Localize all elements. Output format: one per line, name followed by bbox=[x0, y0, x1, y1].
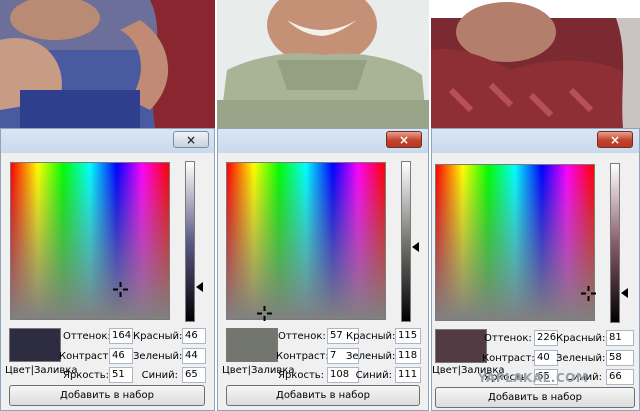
red-field[interactable]: 115 bbox=[395, 328, 421, 344]
hue-label: Оттенок: bbox=[278, 331, 326, 342]
crosshair-icon bbox=[257, 306, 272, 321]
green-field[interactable]: 58 bbox=[606, 350, 634, 366]
luminance-pointer-icon[interactable] bbox=[621, 288, 628, 298]
color-spectrum[interactable] bbox=[226, 162, 386, 320]
green-field[interactable]: 44 bbox=[182, 348, 206, 364]
crosshair-icon bbox=[113, 282, 128, 297]
color-swatch bbox=[9, 328, 61, 362]
hue-field[interactable]: 226 bbox=[534, 330, 558, 346]
color-spectrum[interactable] bbox=[10, 162, 170, 320]
color-panel-3: × Цвет|Заливка Оттенок: 226 Контраст: 40… bbox=[431, 0, 640, 411]
green-label: Зеленый: bbox=[556, 353, 606, 364]
brightness-label: Яркость: bbox=[278, 370, 325, 381]
watermark-text: YAPLAKAL.COM bbox=[478, 371, 589, 385]
green-label: Зеленый: bbox=[346, 351, 396, 362]
blue-field[interactable]: 66 bbox=[606, 369, 634, 385]
blue-label: Синий: bbox=[355, 370, 392, 381]
red-field[interactable]: 81 bbox=[606, 330, 634, 346]
color-dialog-1: × Цвет|Заливка Оттенок: 164 Контраст: 46… bbox=[0, 128, 215, 411]
color-swatch bbox=[435, 329, 487, 363]
luminance-slider[interactable] bbox=[610, 163, 620, 323]
red-label: Красный: bbox=[346, 331, 396, 342]
blue-field[interactable]: 65 bbox=[182, 367, 206, 383]
hue-label: Оттенок: bbox=[484, 333, 532, 344]
green-field[interactable]: 118 bbox=[395, 348, 421, 364]
luminance-pointer-icon[interactable] bbox=[196, 282, 203, 292]
add-to-set-button[interactable]: Добавить в набор bbox=[9, 385, 205, 406]
red-label: Красный: bbox=[133, 331, 183, 342]
contrast-field[interactable]: 40 bbox=[534, 350, 558, 366]
close-button[interactable]: × bbox=[597, 131, 633, 148]
red-label: Красный: bbox=[556, 333, 606, 344]
add-to-set-button[interactable]: Добавить в набор bbox=[435, 387, 635, 408]
contrast-field[interactable]: 46 bbox=[109, 348, 133, 364]
hue-label: Оттенок: bbox=[63, 331, 111, 342]
color-swatch bbox=[226, 328, 278, 362]
contrast-label: Контраст: bbox=[276, 351, 329, 362]
hue-field[interactable]: 164 bbox=[109, 328, 133, 344]
add-to-set-button[interactable]: Добавить в набор bbox=[226, 385, 420, 406]
brightness-field[interactable]: 51 bbox=[109, 367, 133, 383]
contrast-label: Контраст: bbox=[482, 353, 535, 364]
color-panel-2: × Цвет|Заливка Оттенок: 57 Контраст: 7 Я… bbox=[217, 0, 429, 411]
close-button[interactable]: × bbox=[173, 131, 209, 148]
color-dialog-2: × Цвет|Заливка Оттенок: 57 Контраст: 7 Я… bbox=[217, 128, 429, 411]
close-button[interactable]: × bbox=[386, 131, 422, 148]
red-field[interactable]: 46 bbox=[182, 328, 206, 344]
crosshair-icon bbox=[581, 286, 596, 301]
luminance-pointer-icon[interactable] bbox=[412, 242, 419, 252]
color-spectrum[interactable] bbox=[435, 164, 595, 321]
green-label: Зеленый: bbox=[133, 351, 183, 362]
luminance-slider[interactable] bbox=[401, 161, 411, 322]
color-dialog-3: × Цвет|Заливка Оттенок: 226 Контраст: 40… bbox=[431, 128, 640, 411]
contrast-label: Контраст: bbox=[59, 351, 112, 362]
blue-label: Синий: bbox=[141, 370, 178, 381]
blue-field[interactable]: 111 bbox=[395, 367, 421, 383]
luminance-slider[interactable] bbox=[185, 161, 195, 322]
color-panel-1: × Цвет|Заливка Оттенок: 164 Контраст: 46… bbox=[0, 0, 215, 411]
brightness-label: Яркость: bbox=[63, 370, 110, 381]
